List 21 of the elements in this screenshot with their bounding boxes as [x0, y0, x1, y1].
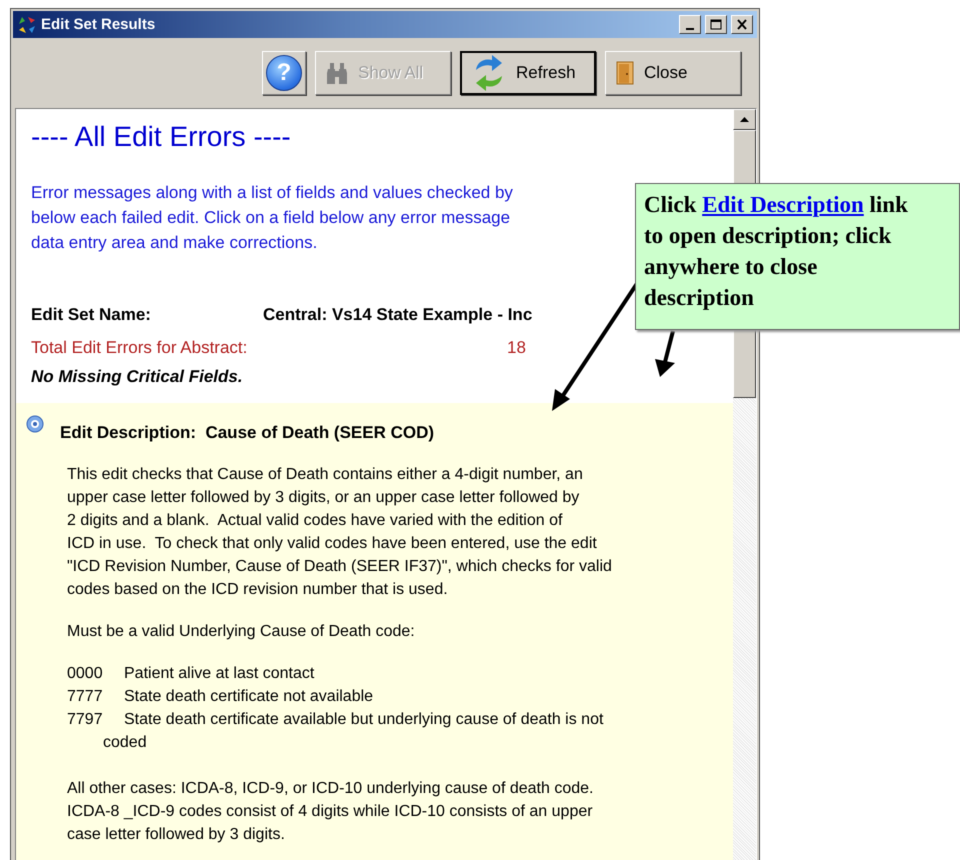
- total-errors-value: 18: [507, 337, 526, 359]
- code-meaning: Patient alive at last contact: [124, 665, 314, 682]
- code-value: 0000: [67, 664, 104, 684]
- description-title: Edit Description: Cause of Death (SEER COD): [60, 423, 434, 443]
- intro-text: below each failed edit. Click on a field below any error message: [31, 207, 510, 229]
- callout-tooltip: Click Edit Description link to open description; click anywhere to close description: [635, 183, 960, 330]
- intro-text: data entry area and make corrections.: [31, 232, 318, 254]
- code-value: 7797: [67, 710, 104, 730]
- description-text: This edit checks that Cause of Death contains either a 4-digit number, an upper case letter followed by 3 digits, or an upper case letter followed by 2 digits and a blank. Actual valid codes have varied with the edition of ICD in use. To check that only valid codes have been entered, use the edit "ICD Revision Number, Cause of Death (SEER IF37)", which checks for valid codes based on the ICD revision number that is used.: [67, 465, 612, 600]
- critical-fields-note: No Missing Critical Fields.: [31, 367, 243, 387]
- intro-text: Error messages along with a list of fields and values checked by: [31, 182, 513, 204]
- code-meaning: State death certificate available but underlying cause of death is not coded: [103, 711, 604, 751]
- other-cases-text: All other cases: ICDA-8, ICD-9, or ICD-10 underlying cause of death code. ICDA-8 _ICD-9 codes consist of 4 digits while ICD-10 consists of an upper case letter followed by 3 digits.: [67, 779, 594, 845]
- code-value: 7777: [67, 687, 104, 707]
- report-heading: ---- All Edit Errors ----: [31, 121, 292, 153]
- edit-set-label: Edit Set Name:: [31, 304, 152, 326]
- rule-text: Must be a valid Underlying Cause of Death code:: [67, 623, 415, 641]
- total-errors-label: Total Edit Errors for Abstract:: [31, 337, 248, 359]
- window-title: Edit Set Results: [41, 16, 156, 33]
- edit-set-value: Central: Vs14 State Example - Inc: [263, 304, 532, 326]
- code-meaning: State death certificate not available: [124, 688, 374, 705]
